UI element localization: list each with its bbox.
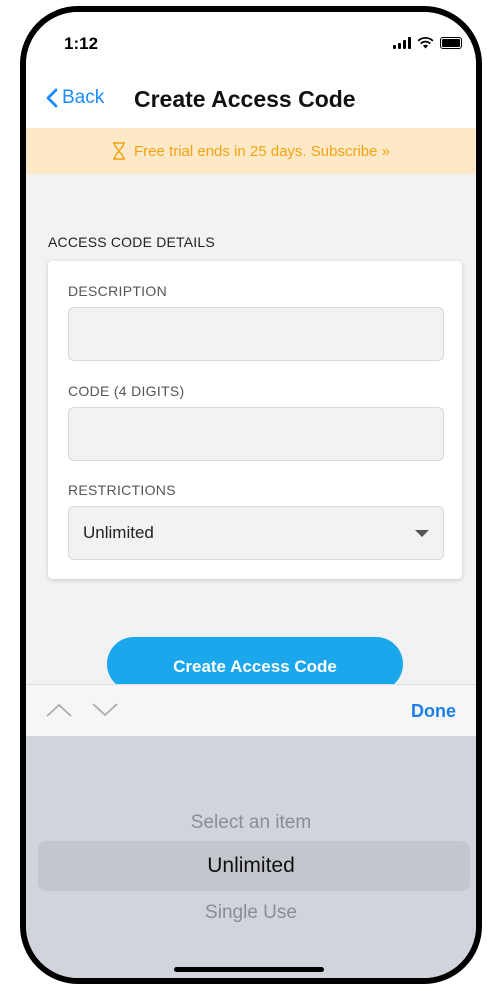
picker-wheel[interactable]: Select an item Unlimited Single Use <box>26 736 476 978</box>
code-input[interactable] <box>68 407 444 461</box>
back-button[interactable]: Back <box>46 87 104 109</box>
description-input[interactable] <box>68 307 444 361</box>
picker-item-select[interactable]: Select an item <box>26 812 476 834</box>
wifi-icon <box>417 37 434 49</box>
restrictions-value: Unlimited <box>83 523 154 542</box>
page-title: Create Access Code <box>134 86 356 112</box>
trial-banner[interactable]: Free trial ends in 25 days. Subscribe » <box>26 128 476 174</box>
back-label: Back <box>62 87 105 108</box>
phone-frame: 1:12 Back Create Access Code Free trial … <box>20 6 482 984</box>
create-access-code-button[interactable]: Create Access Code <box>107 637 403 691</box>
trial-banner-text: Free trial ends in 25 days. Subscribe » <box>134 142 390 160</box>
next-arrow-icon[interactable] <box>92 703 118 717</box>
restrictions-label: RESTRICTIONS <box>68 482 176 498</box>
done-button[interactable]: Done <box>411 701 456 722</box>
dropdown-arrow-icon <box>415 530 429 537</box>
picker-item-unlimited[interactable]: Unlimited <box>26 854 476 878</box>
back-chevron-icon <box>46 88 58 108</box>
status-icons <box>393 36 462 49</box>
access-code-details-card: DESCRIPTION CODE (4 DIGITS) RESTRICTIONS… <box>48 261 462 579</box>
battery-icon <box>440 37 462 49</box>
hourglass-icon <box>113 142 126 160</box>
description-label: DESCRIPTION <box>68 283 167 299</box>
code-label: CODE (4 DIGITS) <box>68 383 185 399</box>
prev-arrow-icon[interactable] <box>46 703 72 717</box>
navigation-bar: Back Create Access Code <box>26 74 476 128</box>
section-label: ACCESS CODE DETAILS <box>48 234 215 250</box>
home-indicator <box>174 967 324 972</box>
signal-icon <box>393 37 411 49</box>
picker-item-single-use[interactable]: Single Use <box>26 902 476 924</box>
picker-toolbar: Done <box>26 684 476 736</box>
restrictions-select[interactable]: Unlimited <box>68 506 444 560</box>
status-bar: 1:12 <box>26 12 476 74</box>
status-time: 1:12 <box>64 34 99 53</box>
